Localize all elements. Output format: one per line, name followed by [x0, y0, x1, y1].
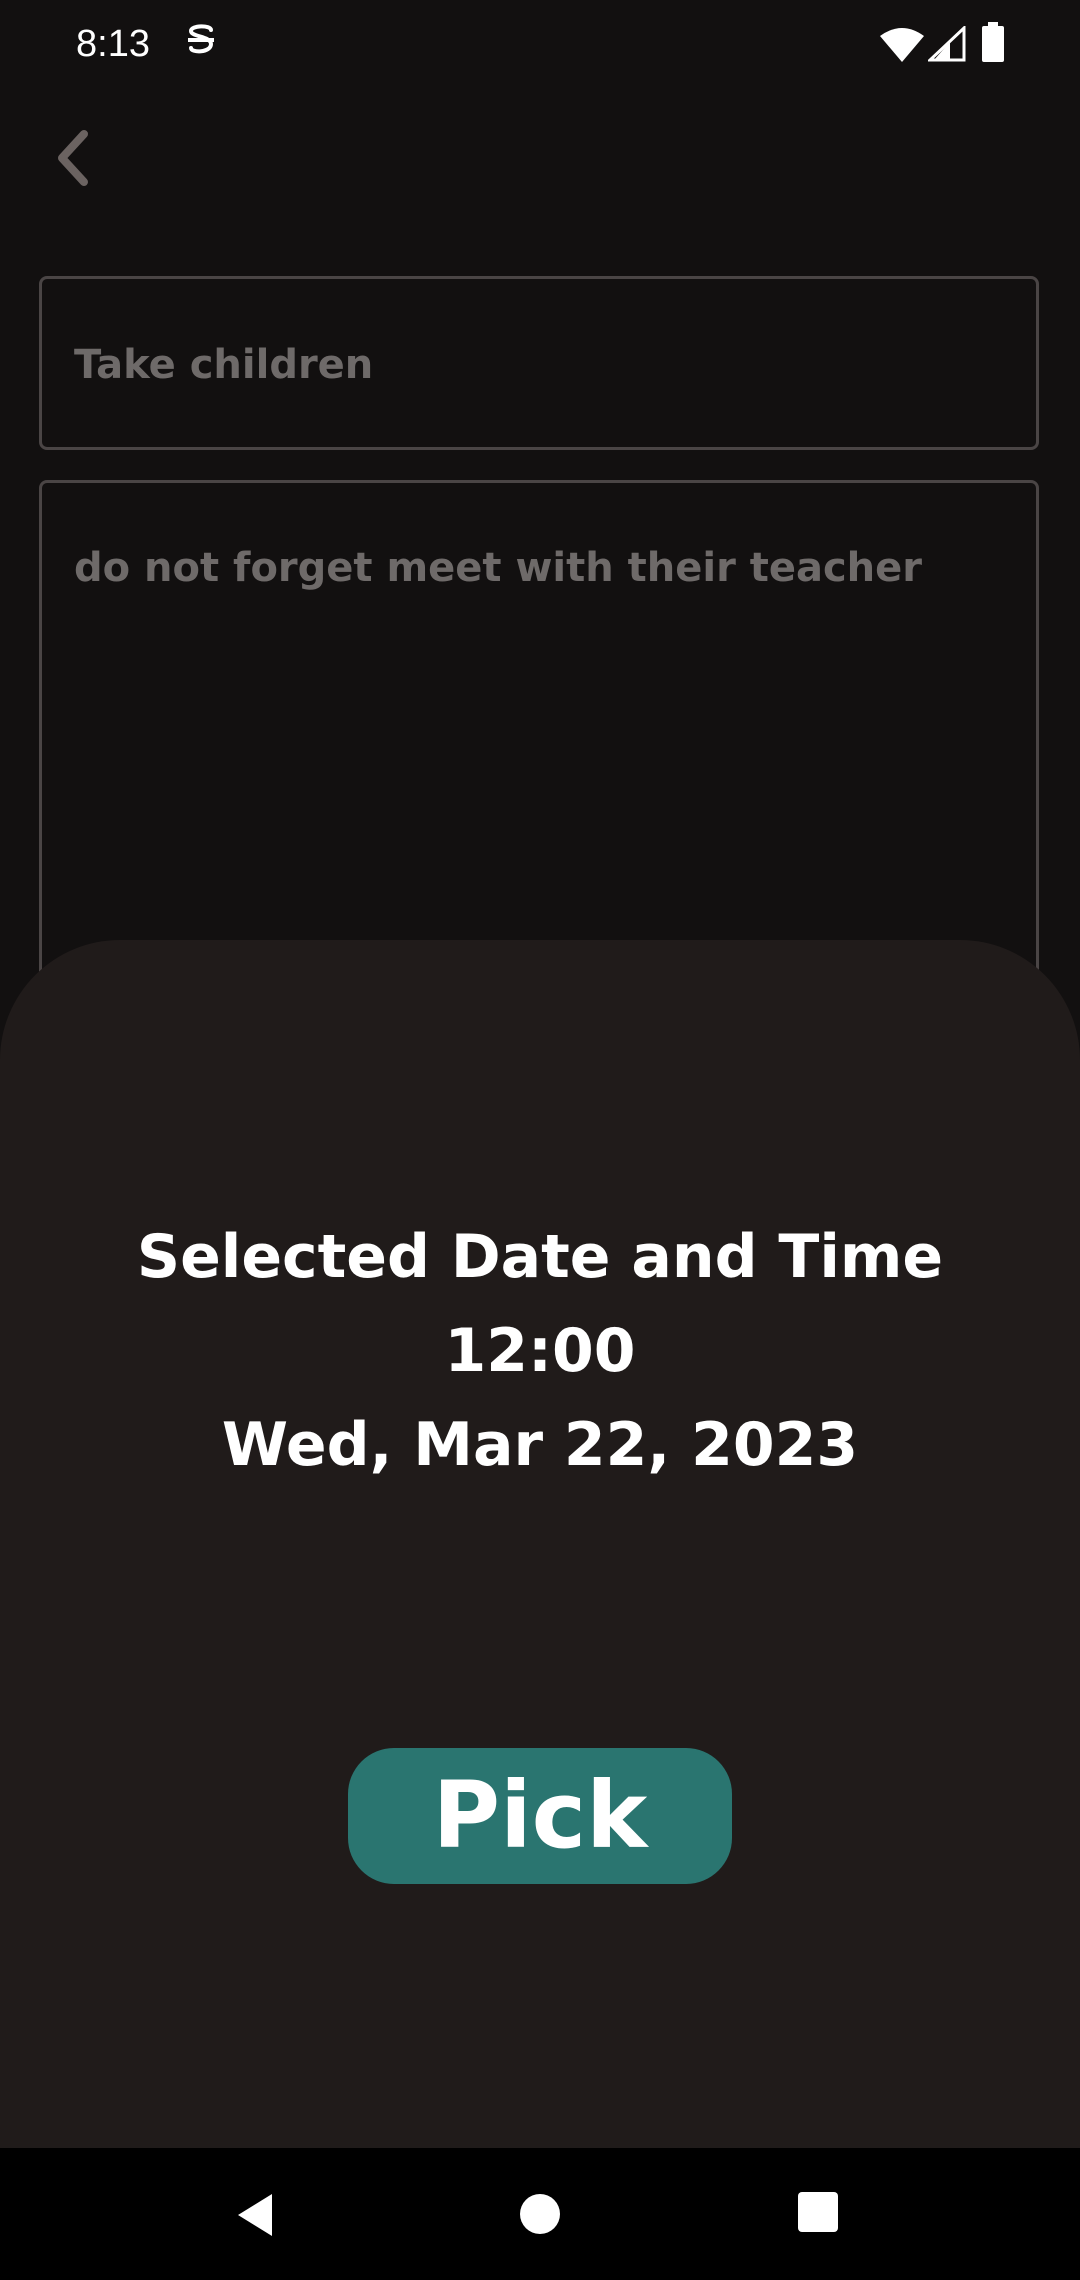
signal-icon: [928, 26, 966, 62]
description-field-value: do not forget meet with their teacher: [74, 545, 923, 591]
recents-square-icon[interactable]: [796, 2190, 840, 2234]
selected-date-time-block: Selected Date and Time 12:00 Wed, Mar 22…: [0, 1210, 1080, 1492]
sheet-heading: Selected Date and Time: [136, 1222, 944, 1292]
navigation-bar: [0, 2148, 1080, 2280]
title-field-value: Take children: [74, 342, 374, 388]
title-field[interactable]: Take children: [39, 276, 1039, 450]
app-notification-icon: [188, 24, 214, 54]
status-time: 8:13: [76, 23, 150, 65]
selected-date: Wed, Mar 22, 2023: [221, 1410, 859, 1480]
status-bar: 8:13: [0, 0, 1080, 88]
date-time-bottom-sheet: Selected Date and Time 12:00 Wed, Mar 22…: [0, 940, 1080, 2150]
back-button[interactable]: [40, 120, 116, 196]
wifi-icon: [880, 28, 924, 62]
back-triangle-icon[interactable]: [232, 2190, 282, 2240]
battery-icon: [982, 22, 1004, 62]
pick-button[interactable]: Pick: [348, 1748, 732, 1884]
selected-time: 12:00: [444, 1316, 636, 1386]
home-circle-icon[interactable]: [516, 2190, 564, 2238]
